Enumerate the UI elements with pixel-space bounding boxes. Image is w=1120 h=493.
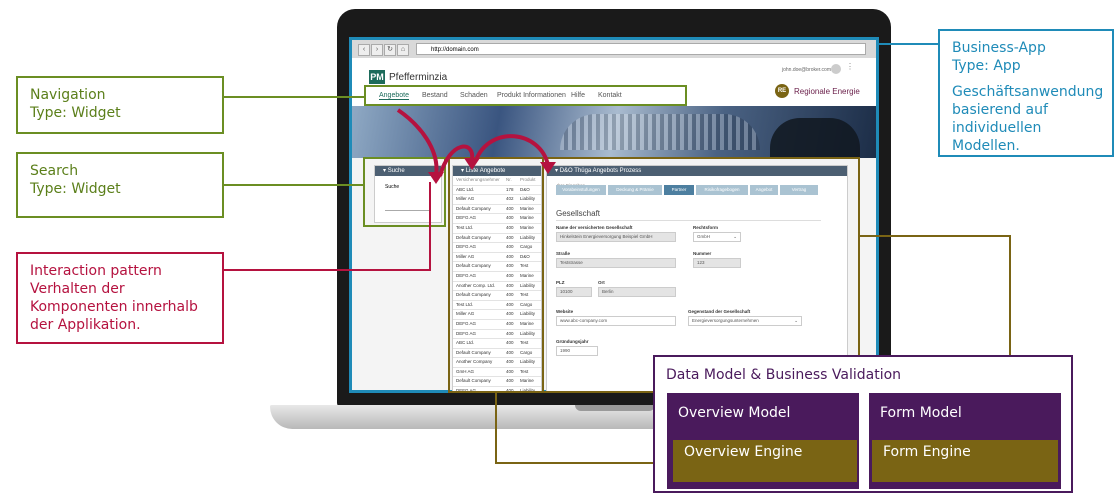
- list-highlight: [448, 157, 544, 393]
- interaction-arrow-list-to-form: [474, 134, 550, 166]
- interaction-arrow-nav-to-search: [396, 108, 439, 177]
- form-engine-label: Form Engine: [883, 444, 971, 460]
- overview-engine-label: Overview Engine: [684, 444, 803, 460]
- overview-engine-connector: [495, 392, 670, 464]
- overview-model-label: Overview Model: [678, 405, 791, 421]
- data-model-title: Data Model & Business Validation: [666, 367, 902, 383]
- search-highlight: [363, 157, 446, 227]
- navigation-highlight: [364, 85, 687, 106]
- form-model-label: Form Model: [880, 405, 962, 421]
